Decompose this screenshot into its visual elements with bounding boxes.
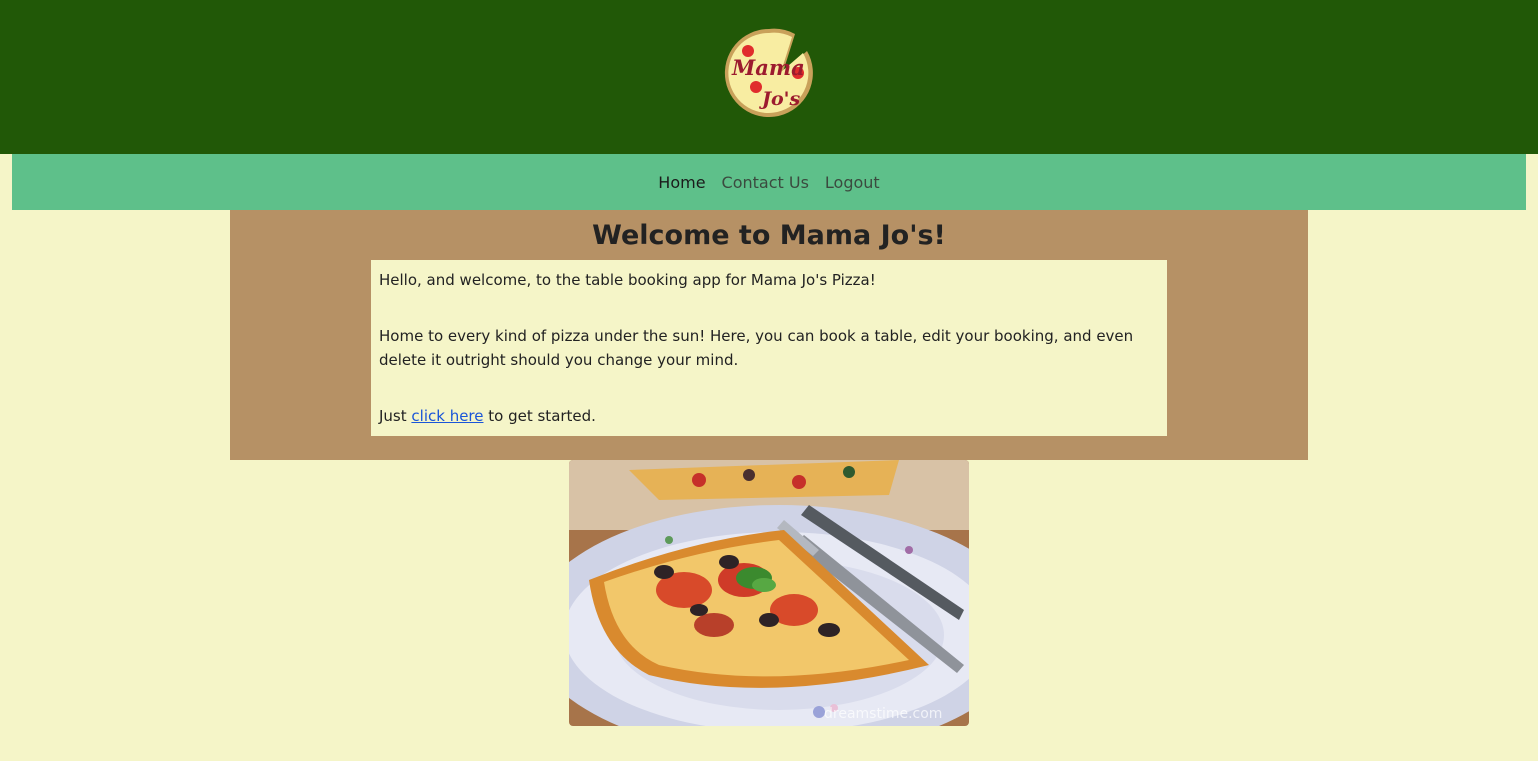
nav-home-link[interactable]: Home	[658, 173, 705, 192]
svg-text:dreamstime.com: dreamstime.com	[824, 706, 942, 722]
cta-suffix: to get started.	[483, 407, 596, 425]
welcome-section: Welcome to Mama Jo's! Hello, and welcome…	[230, 210, 1308, 460]
intro-box: Hello, and welcome, to the table booking…	[371, 260, 1167, 436]
intro-paragraph-1: Hello, and welcome, to the table booking…	[379, 271, 876, 289]
svg-text:Mama: Mama	[731, 55, 805, 80]
intro-paragraph-2: Home to every kind of pizza under the su…	[379, 327, 1134, 369]
mama-jos-logo[interactable]: Mama Jo's	[722, 26, 816, 120]
nav-logout-link[interactable]: Logout	[825, 173, 880, 192]
pizza-image: dreamstime.com	[569, 460, 969, 726]
svg-text:Jo's: Jo's	[759, 88, 800, 110]
site-header: Mama Jo's	[0, 0, 1538, 154]
nav-contact-us-link[interactable]: Contact Us	[722, 173, 809, 192]
get-started-link[interactable]: click here	[411, 407, 483, 425]
page-title: Welcome to Mama Jo's!	[592, 220, 946, 251]
main-nav: Home Contact Us Logout	[12, 154, 1526, 210]
cta-prefix: Just	[379, 407, 412, 425]
intro-cta: Just click here to get started.	[379, 404, 1159, 428]
